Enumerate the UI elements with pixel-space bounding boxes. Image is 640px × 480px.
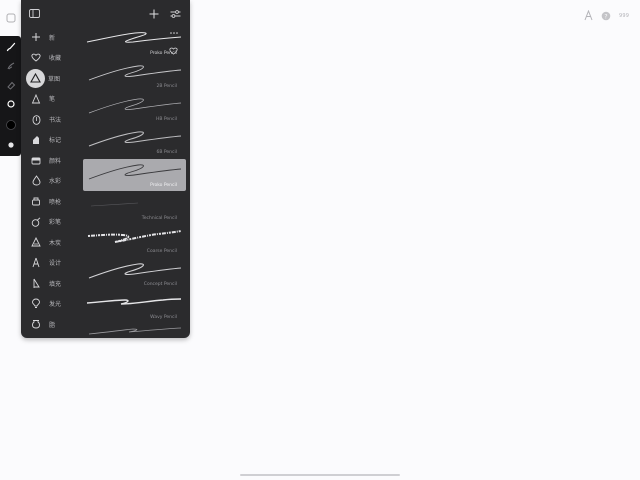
calligraphy-icon [26,110,46,128]
pencil-cup-icon [26,213,46,231]
glow-lightbulb-icon [26,295,46,313]
brush-set-pencil-cup[interactable]: 彩笔 [23,212,81,232]
brush-set-fill[interactable]: 填充 [23,273,81,293]
brush-name: 2B Pencil [156,84,177,89]
plus-icon [26,28,46,46]
brush-tool[interactable] [0,38,21,56]
paint-icon [26,151,46,169]
brush-name: 6B Pencil [156,150,177,155]
sketch-icon [26,68,45,88]
brush-set-jar[interactable]: 脂 [23,314,81,334]
fill-sail-icon [26,274,46,292]
eraser-icon [6,81,15,90]
brush-row[interactable]: Concept Pencil [83,258,186,290]
sidebar-toggle-icon[interactable] [29,8,40,19]
jar-icon [26,315,46,333]
new-brush-plus-icon[interactable] [148,8,159,19]
brush-set-marker[interactable]: 标记 [23,130,81,150]
brush-set-new[interactable]: 新 [23,27,81,47]
brush-row[interactable]: Coarse Pencil [83,225,186,257]
brush-set-airbrush[interactable]: 喷枪 [23,191,81,211]
ink-pen-icon [26,90,46,108]
brush-set-calligraphy[interactable]: 书法 [23,109,81,129]
watercolor-drop-icon [26,172,46,190]
brush-set-glow[interactable]: 发光 [23,294,81,314]
smudge-icon [7,62,14,70]
more-options-icon[interactable] [169,31,179,35]
brush-set-watercolor[interactable]: 水彩 [23,171,81,191]
brush-library-panel: 新 收藏 草图 笔 书法 标记 颜料 水彩 喷枪 彩笔 木炭 设计 填充 发光 … [21,0,190,338]
brush-tip-icon[interactable] [584,6,593,25]
brush-settings-sliders-icon[interactable] [170,8,181,19]
brush-set-inking[interactable]: 笔 [23,89,81,109]
opacity-circle-icon [5,120,16,130]
brush-row-selected[interactable]: Proko Pencil [83,159,186,191]
brush-stroke-preview [88,327,182,335]
brush-row[interactable]: HB Pencil [83,93,186,125]
top-right-label[interactable]: 999 [619,13,629,19]
home-indicator[interactable] [240,474,400,476]
size-circle-icon [6,100,15,108]
marker-icon [26,131,46,149]
svg-text:?: ? [604,13,607,20]
brush-size-control[interactable] [0,95,21,113]
airbrush-icon [26,192,46,210]
paintbrush-icon [6,42,15,52]
color-dot-icon [7,142,14,148]
brush-set-charcoal[interactable]: 木炭 [23,232,81,252]
brush-row[interactable]: 2B Pencil [83,60,186,92]
help-icon[interactable]: ? [601,6,611,25]
brush-name: Coarse Pencil [146,249,177,254]
brush-name: HB Pencil [155,117,177,122]
brush-row[interactable]: Proko Pencil [83,27,186,59]
eraser-tool[interactable] [0,76,21,94]
brush-row[interactable]: Wavy Pencil [83,291,186,323]
brush-set-sketching[interactable]: 草图 [23,68,81,88]
gallery-icon[interactable] [6,8,16,23]
charcoal-icon [26,233,46,251]
brush-set-favorites[interactable]: 收藏 [23,48,81,68]
brush-row[interactable] [83,324,186,338]
brush-sets-list: 新 收藏 草图 笔 书法 标记 颜料 水彩 喷枪 彩笔 木炭 设计 填充 发光 … [21,27,81,338]
brushes-list: Proko Pencil 2B Pencil HB Pencil 6B Penc… [83,27,186,338]
brush-name: Wavy Pencil [150,315,177,320]
brush-library-header [21,0,190,27]
brush-row[interactable]: Technical Pencil [83,192,186,224]
tool-strip [0,36,21,156]
brush-row[interactable]: 6B Pencil [83,126,186,158]
smudge-tool[interactable] [0,57,21,75]
brush-set-design[interactable]: 设计 [23,253,81,273]
heart-icon [26,49,46,67]
opacity-control[interactable] [0,116,21,134]
brush-name: Technical Pencil [141,216,177,221]
color-swatch[interactable] [0,136,21,154]
brush-name: Proko Pencil [150,51,177,56]
compass-icon [26,254,46,272]
top-right-actions: ? 999 [584,6,629,25]
brush-name: Concept Pencil [143,282,177,287]
brush-name: Proko Pencil [150,183,177,188]
brush-set-paint[interactable]: 颜料 [23,150,81,170]
